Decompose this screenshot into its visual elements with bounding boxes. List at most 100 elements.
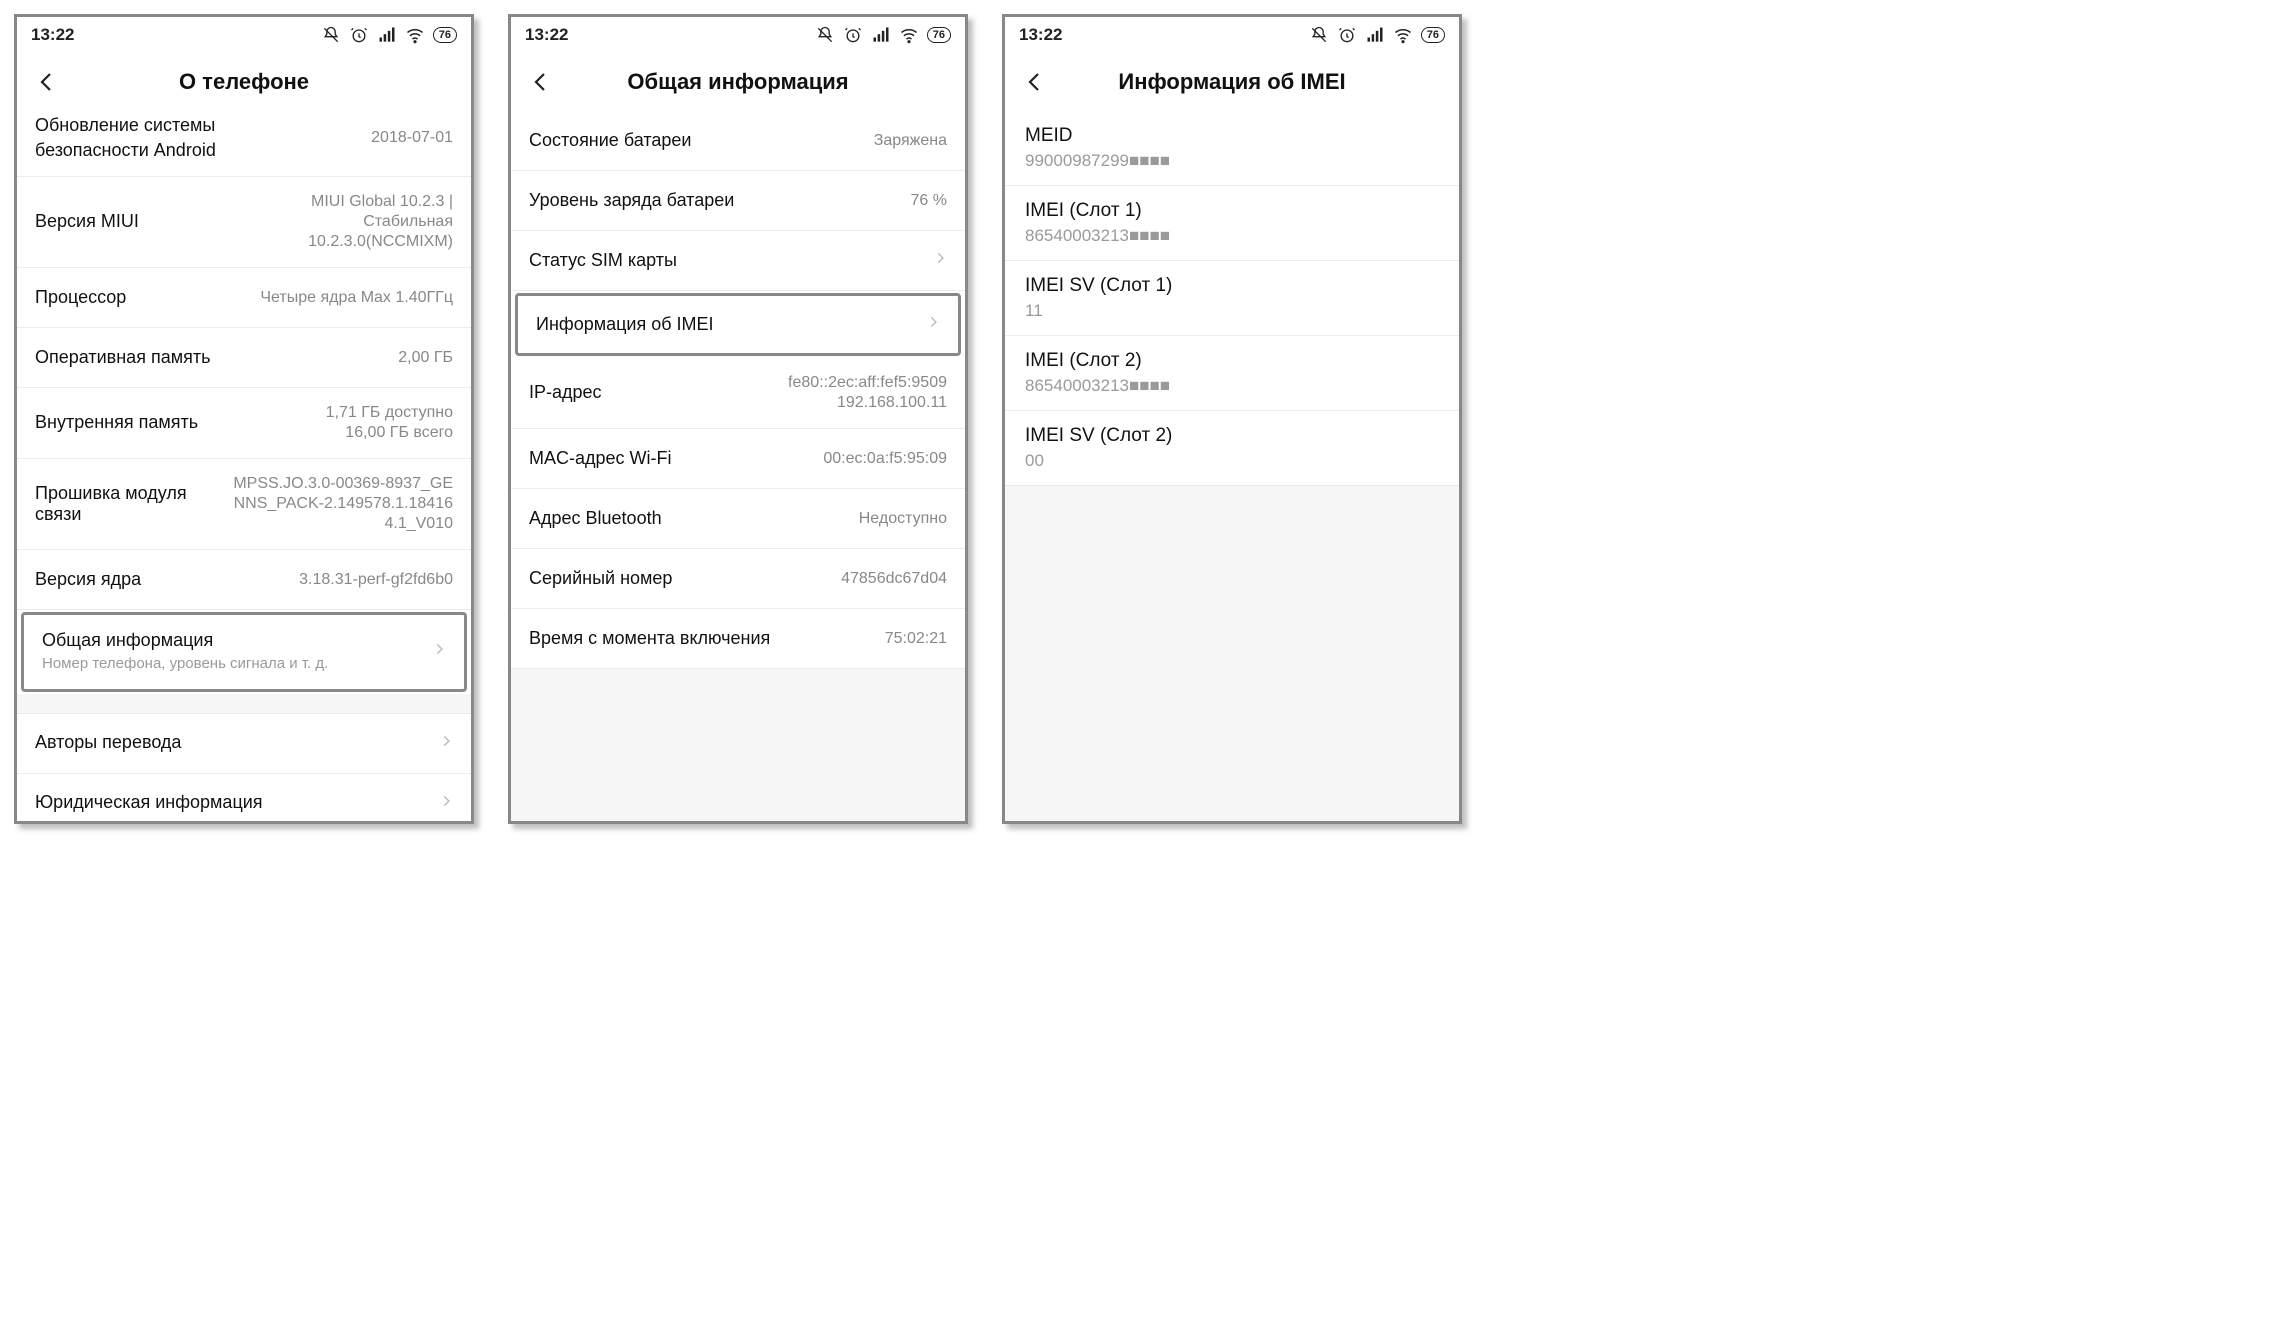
- chevron-right-icon: [432, 638, 446, 665]
- section-divider: [17, 694, 471, 714]
- status-bar: 13:22 76: [511, 17, 965, 53]
- row-value: MIUI Global 10.2.3 | Стабильная 10.2.3.0…: [236, 192, 453, 252]
- info-meid[interactable]: MEID 99000987299■■■■: [1005, 111, 1459, 186]
- info-label: IMEI (Слот 2): [1025, 350, 1439, 372]
- row-ip[interactable]: IP-адрес fe80::2ec:aff:fef5:9509 192.168…: [511, 358, 965, 429]
- row-ram[interactable]: Оперативная память 2,00 ГБ: [17, 328, 471, 388]
- row-value: Заряжена: [874, 131, 947, 151]
- mute-icon: [321, 25, 341, 45]
- chevron-right-icon: [439, 790, 453, 817]
- battery-indicator: 76: [927, 27, 951, 43]
- info-value: 99000987299■■■■: [1025, 151, 1439, 171]
- status-time: 13:22: [31, 25, 74, 45]
- status-icons: 76: [815, 25, 951, 45]
- status-time: 13:22: [525, 25, 568, 45]
- alarm-icon: [843, 25, 863, 45]
- mute-icon: [815, 25, 835, 45]
- row-label: Статус SIM карты: [529, 250, 677, 272]
- info-imei2[interactable]: IMEI (Слот 2) 86540003213■■■■: [1005, 336, 1459, 411]
- battery-indicator: 76: [433, 27, 457, 43]
- page-title: Общая информация: [511, 69, 965, 95]
- row-baseband[interactable]: Прошивка модуля связи MPSS.JO.3.0-00369-…: [17, 459, 471, 550]
- row-label: Авторы перевода: [35, 732, 181, 754]
- signal-icon: [871, 25, 891, 45]
- info-value: 86540003213■■■■: [1025, 226, 1439, 246]
- row-security-patch[interactable]: Обновление системы безопасности Android …: [17, 111, 471, 177]
- row-miui-version[interactable]: Версия MIUI MIUI Global 10.2.3 | Стабиль…: [17, 177, 471, 268]
- row-value: Четыре ядра Max 1.40ГГц: [260, 288, 453, 308]
- row-label: MAC-адрес Wi-Fi: [529, 448, 672, 470]
- wifi-icon: [899, 25, 919, 45]
- header: О телефоне: [17, 53, 471, 111]
- row-battery-level[interactable]: Уровень заряда батареи 76 %: [511, 171, 965, 231]
- info-imei1[interactable]: IMEI (Слот 1) 86540003213■■■■: [1005, 186, 1459, 261]
- status-bar: 13:22 76: [17, 17, 471, 53]
- row-battery-status[interactable]: Состояние батареи Заряжена: [511, 111, 965, 171]
- row-label: Внутренняя память: [35, 412, 198, 434]
- back-button[interactable]: [521, 62, 561, 102]
- row-value: 3.18.31-perf-gf2fd6b0: [299, 570, 453, 590]
- empty-area: [511, 669, 965, 821]
- row-label: Версия ядра: [35, 569, 141, 591]
- row-sub: Номер телефона, уровень сигнала и т. д.: [42, 655, 328, 674]
- settings-list[interactable]: Обновление системы безопасности Android …: [17, 111, 471, 821]
- row-value: 2,00 ГБ: [398, 348, 453, 368]
- row-status-highlight[interactable]: Общая информация Номер телефона, уровень…: [21, 612, 467, 691]
- info-imeisv1[interactable]: IMEI SV (Слот 1) 11: [1005, 261, 1459, 336]
- row-value: 2018-07-01: [371, 128, 453, 148]
- imei-list[interactable]: MEID 99000987299■■■■ IMEI (Слот 1) 86540…: [1005, 111, 1459, 821]
- phone-imei: 13:22 76 Информация об IMEI MEID 9900098…: [1002, 14, 1462, 824]
- info-value: 11: [1025, 301, 1439, 321]
- row-translators[interactable]: Авторы перевода: [17, 714, 471, 774]
- info-value: 00: [1025, 451, 1439, 471]
- row-label: Уровень заряда батареи: [529, 190, 734, 212]
- row-value: Недоступно: [859, 509, 947, 529]
- row-label-top: Обновление системы: [35, 115, 216, 137]
- row-label: Юридическая информация: [35, 792, 263, 814]
- row-value: 47856dc67d04: [841, 569, 947, 589]
- signal-icon: [377, 25, 397, 45]
- page-title: Информация об IMEI: [1005, 69, 1459, 95]
- info-label: IMEI SV (Слот 1): [1025, 275, 1439, 297]
- header: Информация об IMEI: [1005, 53, 1459, 111]
- signal-icon: [1365, 25, 1385, 45]
- row-value: 75:02:21: [885, 629, 947, 649]
- row-value: fe80::2ec:aff:fef5:9509 192.168.100.11: [788, 373, 947, 413]
- phone-about: 13:22 76 О телефоне Обновление системы б…: [14, 14, 474, 824]
- row-kernel[interactable]: Версия ядра 3.18.31-perf-gf2fd6b0: [17, 550, 471, 610]
- row-serial[interactable]: Серийный номер 47856dc67d04: [511, 549, 965, 609]
- row-label: Информация об IMEI: [536, 314, 714, 336]
- row-value: MPSS.JO.3.0-00369-8937_GENNS_PACK-2.1495…: [223, 474, 453, 534]
- row-value: 1,71 ГБ доступно 16,00 ГБ всего: [326, 403, 453, 443]
- row-value: 00:ec:0a:f5:95:09: [823, 449, 947, 469]
- wifi-icon: [1393, 25, 1413, 45]
- row-legal[interactable]: Юридическая информация: [17, 774, 471, 821]
- battery-indicator: 76: [1421, 27, 1445, 43]
- empty-area: [1005, 486, 1459, 821]
- page-title: О телефоне: [17, 69, 471, 95]
- row-sim-status[interactable]: Статус SIM карты: [511, 231, 965, 291]
- row-value: 76 %: [911, 191, 947, 211]
- row-cpu[interactable]: Процессор Четыре ядра Max 1.40ГГц: [17, 268, 471, 328]
- back-button[interactable]: [1015, 62, 1055, 102]
- alarm-icon: [1337, 25, 1357, 45]
- info-imeisv2[interactable]: IMEI SV (Слот 2) 00: [1005, 411, 1459, 486]
- row-bt-addr[interactable]: Адрес Bluetooth Недоступно: [511, 489, 965, 549]
- alarm-icon: [349, 25, 369, 45]
- back-button[interactable]: [27, 62, 67, 102]
- status-list[interactable]: Состояние батареи Заряжена Уровень заряд…: [511, 111, 965, 821]
- row-wifi-mac[interactable]: MAC-адрес Wi-Fi 00:ec:0a:f5:95:09: [511, 429, 965, 489]
- row-imei-info-highlight[interactable]: Информация об IMEI: [515, 293, 961, 356]
- row-label: IP-адрес: [529, 382, 602, 404]
- row-uptime[interactable]: Время с момента включения 75:02:21: [511, 609, 965, 669]
- row-label: Серийный номер: [529, 568, 672, 590]
- status-time: 13:22: [1019, 25, 1062, 45]
- row-label: Версия MIUI: [35, 211, 139, 233]
- row-storage[interactable]: Внутренняя память 1,71 ГБ доступно 16,00…: [17, 388, 471, 459]
- row-label: Время с момента включения: [529, 628, 770, 650]
- header: Общая информация: [511, 53, 965, 111]
- info-value: 86540003213■■■■: [1025, 376, 1439, 396]
- phone-status: 13:22 76 Общая информация Состояние бата…: [508, 14, 968, 824]
- row-label: безопасности Android: [35, 140, 216, 162]
- row-label: Общая информация: [42, 630, 328, 652]
